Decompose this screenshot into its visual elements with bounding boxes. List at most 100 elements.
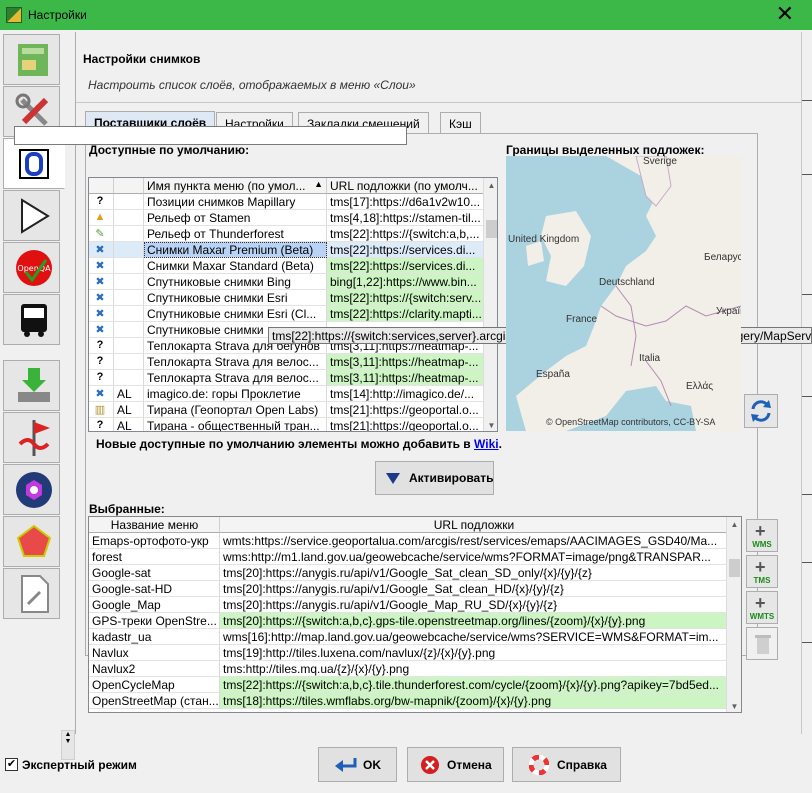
selected-table-row[interactable]: GPS-треки OpenStre... tms[20]:https://{sw… (89, 613, 728, 629)
selected-menu-name: OpenStreetMap (стан... (89, 693, 220, 709)
country-code (114, 322, 144, 338)
available-table-row[interactable]: ✖ Спутниковые снимки Esri tms[22]:https://… (89, 290, 484, 306)
left-scroll-arrows[interactable]: ▲ ▼ (61, 730, 75, 760)
place-united-kingdom: United Kingdom (508, 234, 580, 245)
tab-validator[interactable] (3, 516, 60, 567)
document-wrench-icon (21, 575, 49, 613)
selected-table-row[interactable]: Google-sat tms[20]:https://anygis.ru/api/… (89, 565, 728, 581)
available-table-row[interactable]: ✖ Снимки Maxar Premium (Beta) tms[22]:http… (89, 242, 484, 258)
selected-url: tms[20]:https://anygis.ru/api/v1/Google_… (220, 581, 728, 597)
ok-button-label: OK (363, 757, 381, 772)
available-table-row[interactable]: ▲ Рельеф от Stamen tms[4,18]:https://stame… (89, 210, 484, 226)
tab-openqa[interactable]: OpenQA (3, 242, 60, 293)
sort-asc-icon: ▲ (314, 179, 323, 189)
tab-display-settings[interactable] (3, 34, 60, 85)
available-scrollbar[interactable]: ▲ ▼ (483, 178, 497, 431)
tab-preferences-file[interactable] (3, 568, 60, 619)
available-table-row[interactable]: ✖ Спутниковые снимки Bing bing[1,22]:https… (89, 274, 484, 290)
header-icon-column[interactable] (89, 178, 114, 194)
header-selected-url[interactable]: URL подложки (220, 517, 728, 533)
selected-url: tms[18]:https://tiles.wmflabs.org/bw-map… (220, 693, 728, 709)
expert-mode-checkbox[interactable]: ✔ (5, 758, 18, 771)
add-wms-label: WMS (752, 540, 772, 549)
thunderforest-icon: ✎ (89, 226, 114, 242)
available-table-row[interactable]: ? Позиции снимков Mapillary tms[17]:https:… (89, 194, 484, 210)
selected-table-row[interactable]: Emaps-ортофото-укр wmts:https://service.g… (89, 533, 728, 549)
add-wms-button[interactable]: + WMS (746, 519, 778, 552)
play-triangle-icon (21, 198, 50, 234)
tab-imagery-settings[interactable] (3, 138, 65, 189)
place-espana: España (536, 369, 570, 380)
wiki-link[interactable]: Wiki (474, 437, 499, 451)
selected-scrollbar[interactable]: ▲ ▼ (726, 517, 741, 712)
available-table-row[interactable]: ✖ AL imagico.de: горы Проклетие tms[14]:htt… (89, 386, 484, 402)
tab-cache[interactable]: Кэш (440, 112, 481, 134)
layer-menu-name: imagico.de: горы Проклетие (144, 386, 327, 402)
bounds-map[interactable]: Sverige United Kingdom Беларусь Deutschl… (506, 156, 741, 431)
available-table-row[interactable]: ✖ Снимки Maxar Standard (Beta) tms[22]:htt… (89, 258, 484, 274)
selected-menu-name: Google-sat-HD (89, 581, 220, 597)
tab-public-transport[interactable] (3, 294, 60, 345)
selected-url: tms:http://tiles.mq.ua/{z}/{x}/{y}.png (220, 661, 728, 677)
tab-remote-control[interactable] (3, 190, 60, 241)
header-selected-name[interactable]: Название меню (89, 517, 220, 533)
scroll-up-icon[interactable]: ▲ (727, 517, 741, 532)
add-tms-label: TMS (753, 576, 771, 585)
layer-url: tms[17]:https://d6a1v2w10... (327, 194, 484, 210)
header-url[interactable]: URL подложки (по умолч... (327, 178, 484, 194)
unknown-question-icon: ? (89, 194, 114, 210)
close-icon[interactable]: ✕ (776, 2, 794, 26)
scroll-down-icon[interactable]: ▼ (727, 699, 741, 712)
layer-menu-name: Теплокарта Strava для велос... (144, 354, 327, 370)
delete-layer-button[interactable] (746, 627, 778, 660)
layer-url: tms[21]:https://geoportal.o... (327, 418, 484, 431)
tab-download[interactable] (3, 360, 60, 411)
activate-button[interactable]: Активировать (375, 461, 494, 495)
lifebuoy-icon (529, 755, 549, 775)
josm-app-icon (6, 7, 22, 23)
ok-button[interactable]: OK (318, 747, 397, 782)
trash-can-icon (755, 635, 771, 654)
help-button[interactable]: Справка (512, 747, 621, 782)
plus-icon: + (755, 521, 766, 541)
add-wmts-button[interactable]: + WMTS (746, 591, 778, 624)
add-tms-button[interactable]: + TMS (746, 555, 778, 588)
selected-table-row[interactable]: Google-sat-HD tms[20]:https://anygis.ru/a… (89, 581, 728, 597)
selected-table-row[interactable]: Google_Map tms[20]:https://anygis.ru/api/… (89, 597, 728, 613)
available-table-row[interactable]: ? Теплокарта Strava для велос... tms[3,11]… (89, 370, 484, 386)
layer-menu-name: Теплокарта Strava для велос... (144, 370, 327, 386)
map-attribution[interactable]: © OpenStreetMap contributors, CC-BY-SA (546, 417, 715, 427)
selected-table-row[interactable]: OpenCycleMap tms[22]:https://{switch:a,b,… (89, 677, 728, 693)
scroll-down-icon[interactable]: ▼ (484, 418, 497, 431)
header-country-column[interactable] (114, 178, 144, 194)
available-filter-input[interactable] (14, 126, 407, 145)
country-code (114, 194, 144, 210)
scroll-thumb[interactable] (486, 220, 497, 238)
layer-menu-name: Снимки Maxar Premium (Beta) (144, 242, 327, 258)
scroll-thumb[interactable] (729, 559, 740, 577)
selected-table-row[interactable]: Navlux tms[19]:http://tiles.luxena.com/na… (89, 645, 728, 661)
header-menu-name[interactable]: Имя пункта меню (по умол... ▲ (144, 178, 327, 194)
refresh-map-button[interactable] (744, 394, 778, 428)
wiki-note-text: Новые доступные по умолчанию элементы мо… (96, 437, 475, 451)
place-sverige: Sverige (643, 156, 677, 167)
selected-table-row[interactable]: OpenStreetMap (стан... tms[18]:https://ti… (89, 693, 728, 709)
maxar-icon: ✖ (89, 258, 114, 274)
scroll-up-icon[interactable]: ▲ (484, 178, 497, 193)
layer-url: tms[22]:https://services.di... (327, 258, 484, 274)
available-table-row[interactable]: ✖ Спутниковые снимки Esri (Cl... tms[22]:h… (89, 306, 484, 322)
available-label: Доступные по умолчанию: (89, 143, 250, 157)
selected-menu-name: Navlux2 (89, 661, 220, 677)
available-table-row[interactable]: ✎ Рельеф от Thunderforest tms[22]:https://… (89, 226, 484, 242)
available-table-row[interactable]: ? Теплокарта Strava для велос... tms[3,11]… (89, 354, 484, 370)
country-code (114, 370, 144, 386)
cancel-button[interactable]: Отмена (407, 747, 504, 782)
tab-shortcuts[interactable] (3, 412, 60, 463)
selected-table-row[interactable]: forest wms:http://m1.land.gov.ua/geowebca… (89, 549, 728, 565)
selected-table-row[interactable]: Navlux2 tms:http://tiles.mq.ua/{z}/{x}/{y… (89, 661, 728, 677)
available-table-row[interactable]: ? AL Тирана - общественный тран... tms[21]:… (89, 418, 484, 431)
layer-url: tms[22]:https://{switch:serv... (327, 290, 484, 306)
available-table-row[interactable]: ▥ AL Тирана (Геопортал Open Labs) tms[21]:h… (89, 402, 484, 418)
selected-table-row[interactable]: kadastr_ua wms[16]:http://map.land.gov.ua… (89, 629, 728, 645)
tab-plugins[interactable] (3, 464, 60, 515)
